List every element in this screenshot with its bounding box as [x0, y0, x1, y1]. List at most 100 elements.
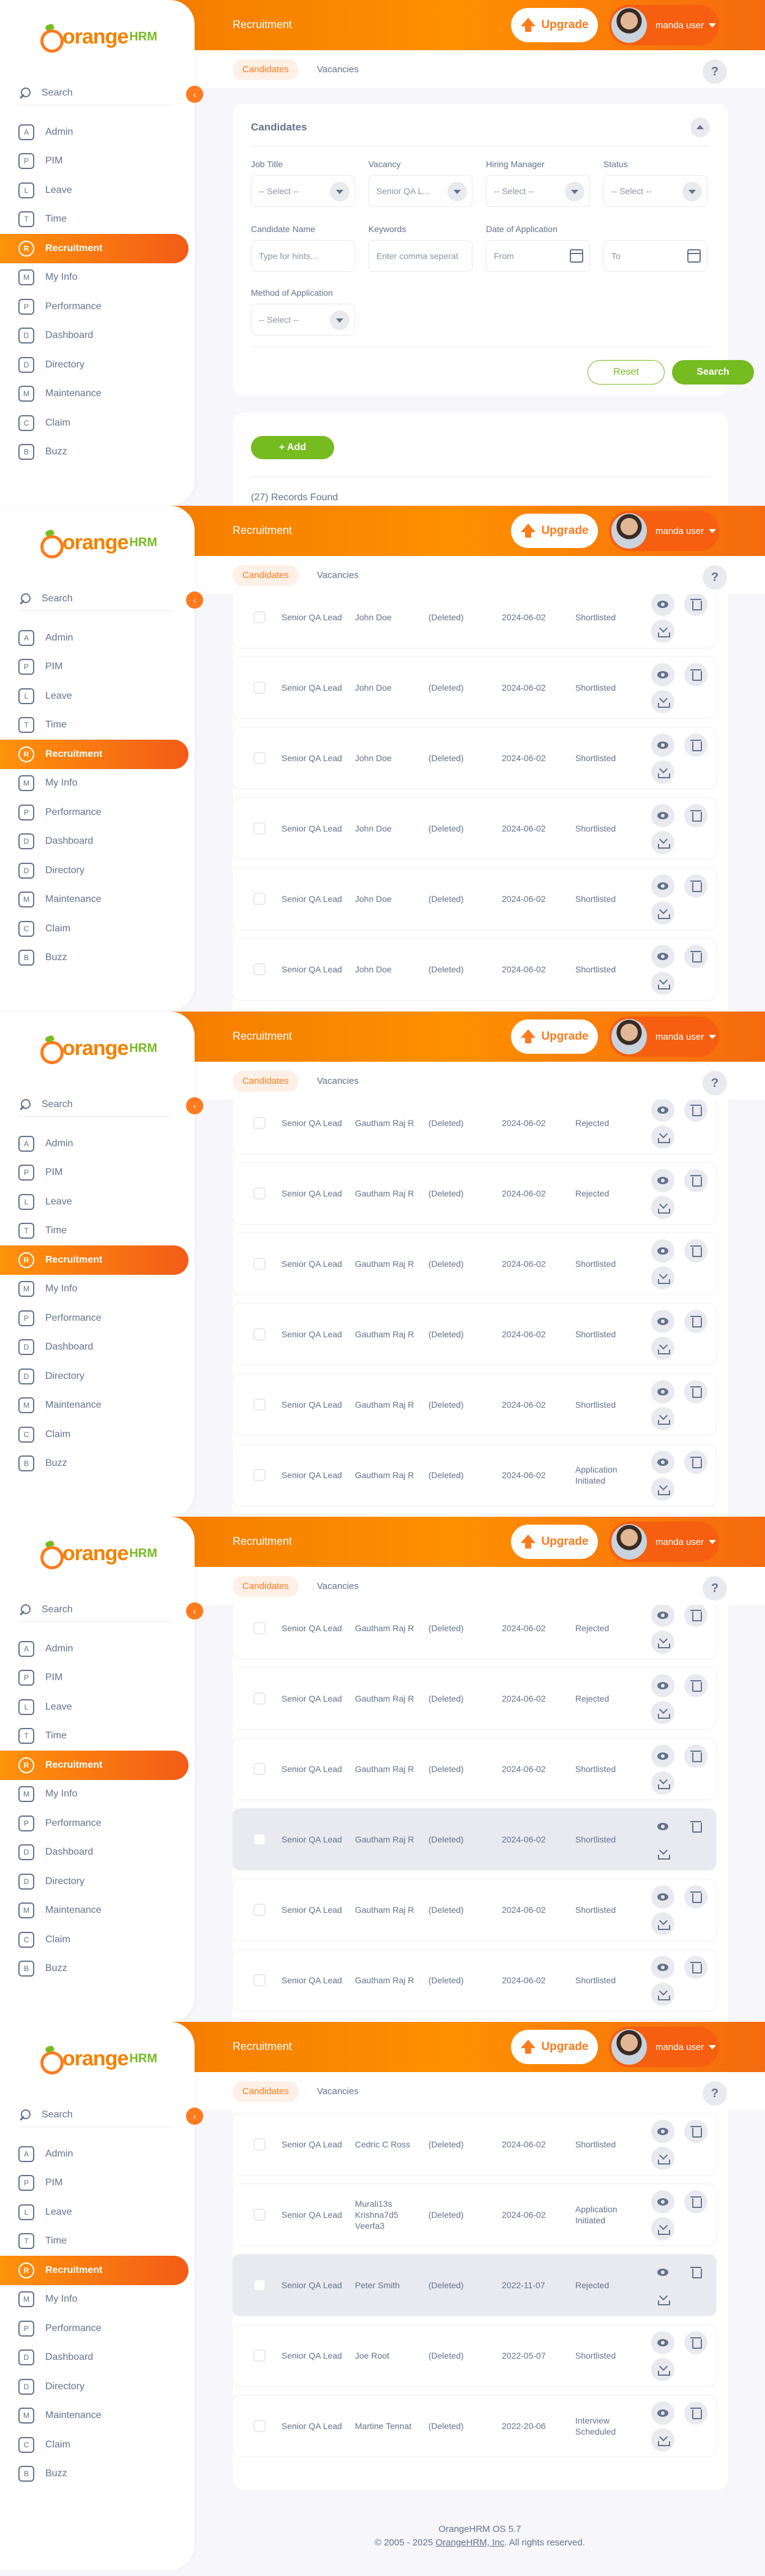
- sidebar-item-buzz[interactable]: B Buzz: [0, 1955, 188, 1984]
- trash-icon[interactable]: [684, 1310, 707, 1333]
- table-row[interactable]: Senior QA Lead Cedric C Ross (Deleted) 2024…: [233, 2114, 716, 2175]
- method-select[interactable]: -- Select --: [251, 304, 355, 336]
- sidebar-item-admin[interactable]: A Admin: [0, 1129, 188, 1158]
- sidebar-item-my-info[interactable]: M My Info: [0, 1780, 188, 1809]
- sidebar-item-dashboard[interactable]: D Dashboard: [0, 1333, 188, 1362]
- sidebar-toggle-button[interactable]: ‹: [186, 1097, 203, 1114]
- main-content[interactable]: Candidates Job Title -- Select -- Vacancy Se…: [195, 88, 765, 505]
- row-checkbox[interactable]: [253, 1833, 266, 1846]
- sidebar-item-admin[interactable]: A Admin: [0, 1634, 188, 1664]
- sidebar-item-recruitment[interactable]: R Recruitment: [0, 1751, 188, 1780]
- eye-icon[interactable]: [651, 945, 674, 968]
- eye-icon[interactable]: [651, 2401, 674, 2425]
- sidebar-item-recruitment[interactable]: R Recruitment: [0, 2256, 188, 2285]
- table-row[interactable]: Senior QA Lead Martine Tennat (Deleted) 202…: [233, 2395, 716, 2457]
- sidebar-item-leave[interactable]: L Leave: [0, 682, 188, 711]
- sidebar-item-buzz[interactable]: B Buzz: [0, 944, 188, 973]
- help-button[interactable]: ?: [703, 2081, 727, 2106]
- eye-icon[interactable]: [651, 734, 674, 757]
- sidebar-item-claim[interactable]: C Claim: [0, 914, 188, 944]
- tab-vacancies[interactable]: Vacancies: [307, 1576, 368, 1597]
- main-content[interactable]: Senior QA Lead John Doe (Deleted) 2024-06-0…: [195, 594, 765, 1011]
- tab-candidates[interactable]: Candidates: [233, 59, 299, 80]
- status-select[interactable]: -- Select --: [603, 175, 707, 207]
- row-checkbox[interactable]: [253, 2209, 266, 2221]
- upgrade-button[interactable]: Upgrade: [511, 1020, 598, 1054]
- brand-logo[interactable]: orange HRM: [37, 1540, 157, 1569]
- eye-icon[interactable]: [651, 594, 674, 616]
- sidebar-item-maintenance[interactable]: M Maintenance: [0, 2401, 188, 2431]
- trash-icon[interactable]: [684, 1605, 707, 1627]
- download-icon[interactable]: [651, 1478, 674, 1501]
- table-row[interactable]: Senior QA LeadJohn Doe(Deleted)2024-06-0…: [233, 939, 716, 1000]
- row-checkbox[interactable]: [253, 1763, 266, 1775]
- eye-icon[interactable]: [651, 1815, 674, 1838]
- add-candidate-button[interactable]: + Add: [251, 436, 334, 459]
- download-icon[interactable]: [651, 620, 674, 643]
- candidate-name-input[interactable]: Type for hints...: [251, 240, 355, 272]
- trash-icon[interactable]: [684, 594, 707, 616]
- help-button[interactable]: ?: [703, 1576, 727, 1601]
- download-icon[interactable]: [651, 901, 674, 925]
- main-content[interactable]: Senior QA Lead Gautham Raj R (Deleted) 2024…: [195, 1100, 765, 1517]
- footer-company-link[interactable]: OrangeHRM, Inc: [436, 2537, 505, 2548]
- sidebar-item-leave[interactable]: L Leave: [0, 2198, 188, 2227]
- table-row[interactable]: Senior QA LeadJohn Doe(Deleted)2024-06-0…: [233, 1009, 716, 1011]
- table-row[interactable]: Senior QA Lead Gautham Raj R (Deleted) 2024…: [233, 1444, 716, 1506]
- brand-logo[interactable]: orange HRM: [37, 1035, 157, 1064]
- trash-icon[interactable]: [684, 1100, 707, 1122]
- table-row[interactable]: Senior QA LeadJohn Doe(Deleted)2024-06-0…: [233, 798, 716, 859]
- sidebar-item-performance[interactable]: P Performance: [0, 2314, 188, 2343]
- trash-icon[interactable]: [684, 1744, 707, 1768]
- sidebar-item-maintenance[interactable]: M Maintenance: [0, 885, 188, 915]
- download-icon[interactable]: [651, 2147, 674, 2170]
- sidebar-item-my-info[interactable]: M My Info: [0, 1275, 188, 1304]
- row-checkbox[interactable]: [253, 1258, 266, 1270]
- download-icon[interactable]: [651, 1771, 674, 1795]
- tab-candidates[interactable]: Candidates: [233, 1576, 299, 1597]
- trash-icon[interactable]: [684, 1380, 707, 1403]
- row-checkbox[interactable]: [253, 682, 266, 694]
- sidebar-item-pim[interactable]: P PIM: [0, 2169, 188, 2198]
- upgrade-button[interactable]: Upgrade: [511, 1525, 598, 1559]
- table-row[interactable]: Senior QA LeadJohn Doe(Deleted)2024-06-0…: [233, 727, 716, 789]
- eye-icon[interactable]: [651, 1744, 674, 1768]
- sidebar-item-directory[interactable]: D Directory: [0, 2372, 188, 2401]
- eye-icon[interactable]: [651, 1239, 674, 1263]
- user-dropdown[interactable]: manda user: [609, 511, 719, 551]
- sidebar-item-directory[interactable]: D Directory: [0, 350, 188, 380]
- user-dropdown[interactable]: manda user: [609, 1522, 719, 1562]
- sidebar-item-performance[interactable]: P Performance: [0, 798, 188, 827]
- trash-icon[interactable]: [684, 1451, 707, 1474]
- sidebar-item-performance[interactable]: P Performance: [0, 292, 188, 321]
- table-row[interactable]: Senior QA LeadJohn Doe(Deleted)2024-06-0…: [233, 868, 716, 929]
- brand-logo[interactable]: orange HRM: [37, 529, 157, 558]
- table-row[interactable]: Senior QA LeadJohn Doe(Deleted)2024-06-0…: [233, 594, 716, 648]
- sidebar-toggle-button[interactable]: ‹: [186, 86, 203, 103]
- row-checkbox[interactable]: [253, 2420, 266, 2432]
- upgrade-button[interactable]: Upgrade: [511, 514, 598, 548]
- row-checkbox[interactable]: [253, 1974, 266, 1986]
- table-row[interactable]: Senior QA Lead Gautham Raj R (Deleted) 2024…: [233, 1809, 716, 1870]
- row-checkbox[interactable]: [253, 1187, 266, 1200]
- download-icon[interactable]: [651, 2288, 674, 2311]
- download-icon[interactable]: [651, 831, 674, 854]
- table-row[interactable]: Senior QA Lead Gautham Raj R (Deleted) 2024…: [233, 1668, 716, 1729]
- search-button[interactable]: Search: [672, 360, 754, 385]
- sidebar-item-my-info[interactable]: M My Info: [0, 2285, 188, 2315]
- download-icon[interactable]: [651, 2428, 674, 2452]
- download-icon[interactable]: [651, 972, 674, 995]
- eye-icon[interactable]: [651, 1605, 674, 1627]
- trash-icon[interactable]: [684, 1956, 707, 1979]
- table-row[interactable]: Senior QA Lead Gautham Raj R (Deleted) 2024…: [233, 1163, 716, 1224]
- row-checkbox[interactable]: [253, 1904, 266, 1916]
- trash-icon[interactable]: [684, 1815, 707, 1838]
- sidebar-item-recruitment[interactable]: R Recruitment: [0, 234, 188, 263]
- upgrade-button[interactable]: Upgrade: [511, 8, 598, 42]
- date-to-input[interactable]: To: [603, 240, 707, 272]
- sidebar-item-claim[interactable]: C Claim: [0, 1420, 188, 1449]
- table-row[interactable]: Senior QA Lead Gautham Raj R (Deleted) 2024…: [233, 1233, 716, 1294]
- trash-icon[interactable]: [684, 1674, 707, 1697]
- table-row[interactable]: Senior QA Lead Gautham Raj R (Deleted) 2024…: [233, 1879, 716, 1940]
- row-checkbox[interactable]: [253, 963, 266, 975]
